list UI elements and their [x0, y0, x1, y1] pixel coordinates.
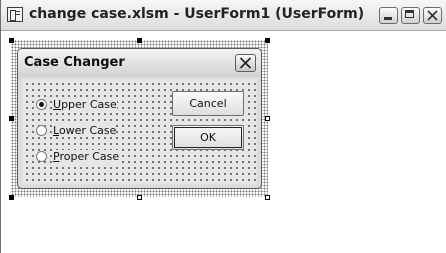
option-label: Lower Case [53, 124, 117, 137]
userform-close-button[interactable] [235, 54, 256, 72]
resize-handle-top-right[interactable] [265, 38, 270, 43]
close-icon [239, 57, 252, 69]
resize-handle-top[interactable] [137, 38, 142, 43]
radio-icon[interactable] [36, 125, 47, 136]
ok-button[interactable]: OK [172, 125, 244, 150]
minimize-button[interactable] [379, 7, 398, 24]
userform-icon [7, 7, 23, 22]
radio-icon[interactable] [36, 151, 47, 162]
option-label: Proper Case [53, 150, 120, 163]
window-titlebar[interactable]: change case.xlsm - UserForm1 (UserForm) [1, 0, 446, 31]
cancel-button[interactable]: Cancel [172, 91, 244, 116]
resize-handle-left[interactable] [9, 116, 14, 121]
resize-handle-bottom-left[interactable] [9, 195, 14, 200]
vbe-userform-window: change case.xlsm - UserForm1 (UserForm) … [0, 0, 446, 253]
close-icon [427, 10, 438, 21]
resize-handle-right[interactable] [265, 116, 270, 121]
window-title: change case.xlsm - UserForm1 (UserForm) [29, 6, 365, 22]
close-window-button[interactable] [423, 7, 442, 24]
userform[interactable]: Case Changer Upper Case Lower Case Prope… [17, 48, 262, 189]
userform-caption: Case Changer [24, 55, 125, 70]
radio-icon[interactable] [36, 99, 47, 110]
resize-handle-bottom-right[interactable] [265, 195, 270, 200]
maximize-button[interactable] [401, 7, 420, 24]
option-label: Upper Case [53, 98, 117, 111]
resize-handle-top-left[interactable] [9, 38, 14, 43]
userform-titlebar: Case Changer [18, 49, 261, 77]
resize-handle-bottom[interactable] [137, 195, 142, 200]
